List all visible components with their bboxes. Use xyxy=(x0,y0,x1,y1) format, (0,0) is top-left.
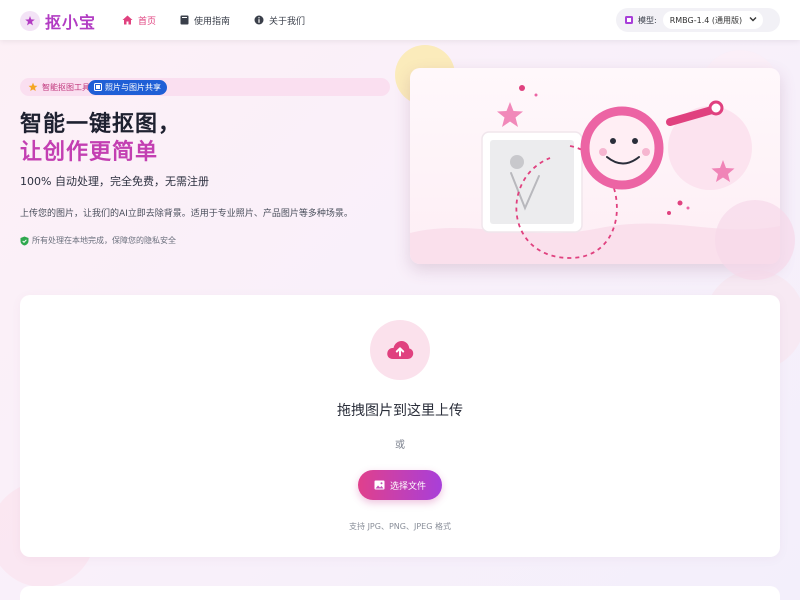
image-icon xyxy=(374,480,385,490)
next-section-card xyxy=(20,586,780,600)
nav-item-home[interactable]: 首页 xyxy=(122,12,156,28)
model-dropdown[interactable]: RMBG-1.4 (通用版) xyxy=(662,11,763,29)
upload-dropzone[interactable]: 拖拽图片到这里上传 或 选择文件 支持 JPG、PNG、JPEG 格式 xyxy=(20,295,780,557)
badge-tag: 照片与图片共享 xyxy=(88,79,167,95)
logo[interactable]: 抠小宝 xyxy=(20,9,96,33)
nav-label: 关于我们 xyxy=(269,16,306,27)
privacy-note: 所有处理在本地完成，保障您的隐私安全 xyxy=(20,235,176,246)
cloud-upload-icon xyxy=(370,320,430,380)
illustration-graphic xyxy=(410,85,780,264)
book-icon xyxy=(180,15,189,25)
hero-illustration xyxy=(410,68,780,264)
nav-item-guide[interactable]: 使用指南 xyxy=(180,12,230,28)
feature-badge: 智能抠图工具 照片与图片共享 xyxy=(20,78,390,96)
nav-label: 使用指南 xyxy=(194,16,231,27)
choose-file-button[interactable]: 选择文件 xyxy=(358,470,442,500)
info-icon xyxy=(254,15,264,25)
upload-or-text: 或 xyxy=(395,440,405,451)
home-icon xyxy=(122,15,133,25)
model-selector: 模型: RMBG-1.4 (通用版) xyxy=(616,8,780,32)
logo-icon xyxy=(20,11,40,31)
hero-title-line2: 让创作更简单 xyxy=(20,140,159,165)
chevron-down-icon xyxy=(749,17,757,22)
privacy-text: 所有处理在本地完成，保障您的隐私安全 xyxy=(32,236,176,245)
main-nav: 首页 使用指南 关于我们 xyxy=(122,12,329,28)
model-label: 模型: xyxy=(638,15,657,25)
top-navbar: 抠小宝 首页 使用指南 关于我们 模型: RMBG-1.4 (通用版) xyxy=(0,0,800,40)
nav-label: 首页 xyxy=(138,16,157,27)
chip-icon xyxy=(625,16,633,24)
hero-subtitle: 100% 自动处理，完全免费，无需注册 xyxy=(20,175,209,188)
upload-format-hint: 支持 JPG、PNG、JPEG 格式 xyxy=(349,522,451,531)
hero-description: 上传您的图片，让我们的AI立即去除背景。适用于专业照片、产品图片等多种场景。 xyxy=(20,209,353,219)
logo-text: 抠小宝 xyxy=(45,13,97,32)
model-value: RMBG-1.4 (通用版) xyxy=(669,15,743,25)
image-icon xyxy=(94,83,102,91)
choose-file-label: 选择文件 xyxy=(389,481,426,492)
nav-item-about[interactable]: 关于我们 xyxy=(254,12,305,28)
badge-text: 智能抠图工具 xyxy=(42,82,90,92)
upload-title: 拖拽图片到这里上传 xyxy=(337,403,463,419)
badge-tag-label: 照片与图片共享 xyxy=(105,82,161,92)
star-icon xyxy=(28,82,38,91)
shield-icon xyxy=(20,236,29,245)
